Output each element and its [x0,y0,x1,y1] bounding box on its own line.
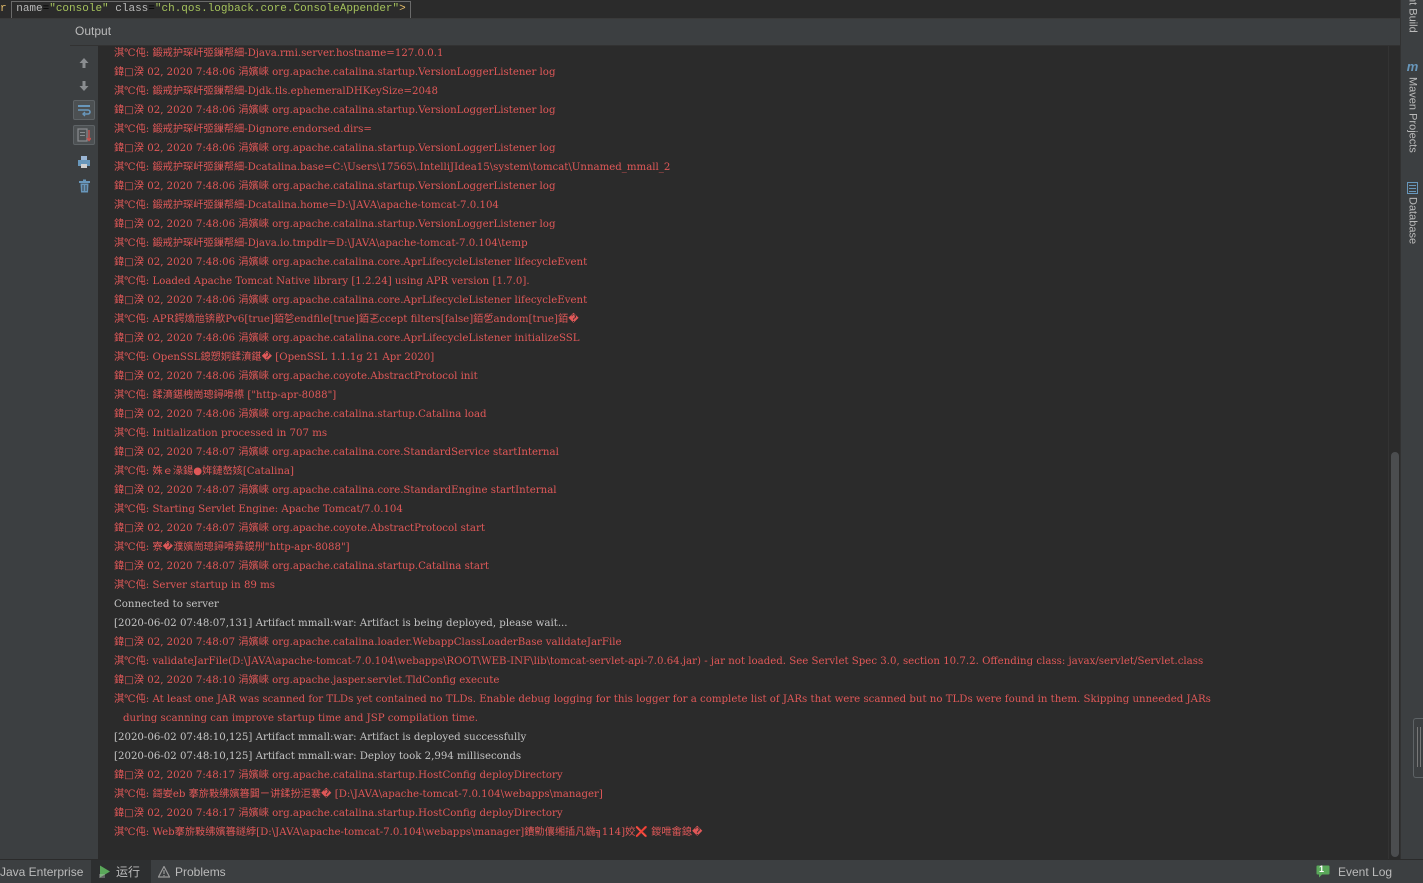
run-tab-label: 运行 [116,865,141,879]
console-line: 淇℃伅: 寮�濮嬪崗璁鐞嗗彞鏌刐"http-apr-8088"] [114,542,350,553]
editor-xml-line[interactable]: r name="console" class="ch.qos.logback.c… [0,0,1400,19]
xml-tag-highlight: name="console" class="ch.qos.logback.cor… [11,1,411,18]
down-arrow-icon [79,81,89,91]
console-line: 淇℃伅: Starting Servlet Engine: Apache Tom… [114,504,403,515]
console-line: 鍏□湀 02, 2020 7:48:06 涓嬪崍 org.apache.cata… [114,295,588,306]
console-line: 鍏□湀 02, 2020 7:48:06 涓嬪崍 org.apache.cata… [114,181,556,192]
scroll-to-end-icon [77,128,91,142]
run-icon [99,865,111,878]
console-line: [2020-06-02 07:48:10,125] Artifact mmall… [114,751,522,762]
console-line: 淇℃伅: 鍛戒护琛屽弬鏁帮細-Djdk.tls.ephemeralDHKeySi… [114,86,438,97]
console-lines: 淇℃伅: 鍛戒护琛屽弬鏁帮細-Djava.rmi.server.hostname… [114,46,1388,842]
console-line: 淇℃伅: Web搴旂敤绋嬪簭鐩綍[D:\JAVA\apache-tomcat-7… [114,827,703,838]
database-icon [1407,182,1418,194]
run-tab[interactable]: 运行 [91,860,151,883]
up-arrow-button[interactable] [73,53,95,73]
editor-leading-glyph: r [0,3,7,15]
console-line: 鍏□湀 02, 2020 7:48:10 涓嬪崍 org.apache.jasp… [114,675,500,686]
maven-projects-tab-label: Maven Projects [1406,77,1419,153]
side-scroll-marker[interactable] [1413,718,1423,778]
clear-all-button[interactable] [73,176,95,196]
console-line: 鍏□湀 02, 2020 7:48:06 涓嬪崍 org.apache.cata… [114,105,556,116]
console-line: 鍏□湀 02, 2020 7:48:17 涓嬪崍 org.apache.cata… [114,808,563,819]
console-line: 鍏□湀 02, 2020 7:48:06 涓嬪崍 org.apache.coyo… [114,371,478,382]
up-arrow-icon [79,58,89,68]
console-line: 淇℃伅: Loaded Apache Tomcat Native library… [114,276,530,287]
console-line: 淇℃伅: 鍛戒护琛屽弬鏁帮細-Djava.rmi.server.hostname… [114,48,444,59]
console-line: 淇℃伅: APR鍔熻兘锛歄Pv6[true]銆乻endfile[true]銆乤c… [114,314,579,325]
soft-wrap-icon [78,105,91,117]
xml-attr-name-value: "console" [49,3,109,15]
console-toolbar [70,46,99,859]
console-line: 淇℃伅: 姝ｅ湪鍚●姩鏈嶅姟[Catalina] [114,466,294,477]
console-line: 鍏□湀 02, 2020 7:48:07 涓嬪崍 org.apache.cata… [114,561,489,572]
ant-build-tab[interactable]: nt Build [1401,0,1423,33]
console-line: 淇℃伅: Server startup in 89 ms [114,580,276,591]
console-line: 鍏□湀 02, 2020 7:48:06 涓嬪崍 org.apache.cata… [114,219,556,230]
scrollbar-thumb[interactable] [1391,452,1399,857]
maven-projects-tab[interactable]: m Maven Projects [1401,60,1423,153]
event-log-icon: 1 [1316,864,1333,878]
trash-icon [78,179,90,193]
event-log-badge: 1 [1319,864,1325,874]
soft-wrap-button[interactable] [73,100,95,120]
console-line: [2020-06-02 07:48:07,131] Artifact mmall… [114,618,568,629]
print-icon [78,156,90,168]
console-line: 鍏□湀 02, 2020 7:48:17 涓嬪崍 org.apache.cata… [114,770,563,781]
maven-icon: m [1406,59,1419,74]
console-line: 淇℃伅: validateJarFile(D:\JAVA\apache-tomc… [114,656,1204,667]
console-line: 鍏□湀 02, 2020 7:48:07 涓嬪崍 org.apache.cata… [114,447,559,458]
console-output[interactable]: 淇℃伅: 鍛戒护琛屽弬鏁帮細-Djava.rmi.server.hostname… [98,46,1388,859]
console-line: during scanning can improve startup time… [123,713,478,724]
xml-attr-name: name [16,3,43,15]
console-line: 鍏□湀 02, 2020 7:48:06 涓嬪崍 org.apache.cata… [114,143,556,154]
console-line: 淇℃伅: 鎶妛eb 搴旂敤绋嬪簭閮ㄧ讲鍒扮洰褰� [D:\JAVA\apache… [114,789,603,800]
problems-icon [158,865,170,878]
bottom-tool-bar: Java Enterprise 运行 Problems 1 Event Log [0,859,1423,883]
print-button[interactable] [73,152,95,172]
console-line: [2020-06-02 07:48:10,125] Artifact mmall… [114,732,527,743]
console-line: 淇℃伅: 鍛戒护琛屽弬鏁帮細-Dignore.endorsed.dirs= [114,124,372,135]
console-line: 淇℃伅: Initialization processed in 707 ms [114,428,328,439]
console-line: 淇℃伅: OpenSSL鎴愬姛鍒濆鍖� [OpenSSL 1.1.1g 21 A… [114,352,435,363]
event-log-tab[interactable]: 1 Event Log [1316,860,1416,883]
console-line: Connected to server [114,599,219,610]
console-line: 淇℃伅: At least one JAR was scanned for TL… [114,694,1211,705]
console-line: 鍏□湀 02, 2020 7:48:06 涓嬪崍 org.apache.cata… [114,409,487,420]
event-log-label: Event Log [1338,864,1393,879]
left-tool-gutter [0,19,71,859]
console-line: 淇℃伅: 鍛戒护琛屽弬鏁帮細-Dcatalina.home=D:\JAVA\ap… [114,200,499,211]
database-tab[interactable]: Database [1401,182,1423,244]
database-tab-label: Database [1406,197,1419,245]
xml-attr-class-value: "ch.qos.logback.core.ConsoleAppender" [154,3,400,15]
problems-tab[interactable]: Problems [150,860,248,883]
console-line: 淇℃伅: 鍛戒护琛屽弬鏁帮細-Djava.io.tmpdir=D:\JAVA\a… [114,238,528,249]
console-line: 淇℃伅: 鍒濆鍖栧崗璁鐞嗗櫒 ["http-apr-8088"] [114,390,337,401]
console-line: 鍏□湀 02, 2020 7:48:07 涓嬪崍 org.apache.cata… [114,637,622,648]
console-line: 鍏□湀 02, 2020 7:48:07 涓嬪崍 org.apache.coyo… [114,523,485,534]
output-panel-header[interactable]: Output [70,19,1400,46]
down-arrow-button[interactable] [73,76,95,96]
xml-tag-close: > [399,3,406,15]
scroll-to-end-button[interactable] [73,125,95,145]
console-line: 鍏□湀 02, 2020 7:48:06 涓嬪崍 org.apache.cata… [114,333,580,344]
console-line: 鍏□湀 02, 2020 7:48:06 涓嬪崍 org.apache.cata… [114,257,588,268]
ant-build-tab-label: nt Build [1406,0,1419,33]
console-line: 鍏□湀 02, 2020 7:48:07 涓嬪崍 org.apache.cata… [114,485,557,496]
java-enterprise-tab-label: Java Enterprise [0,864,84,879]
problems-tab-label: Problems [175,864,226,879]
output-panel-title: Output [75,24,112,38]
console-line: 鍏□湀 02, 2020 7:48:06 涓嬪崍 org.apache.cata… [114,67,556,78]
java-enterprise-tab[interactable]: Java Enterprise [0,860,86,883]
xml-attr-class: class [115,3,149,15]
console-line: 淇℃伅: 鍛戒护琛屽弬鏁帮細-Dcatalina.base=C:\Users\1… [114,162,671,173]
